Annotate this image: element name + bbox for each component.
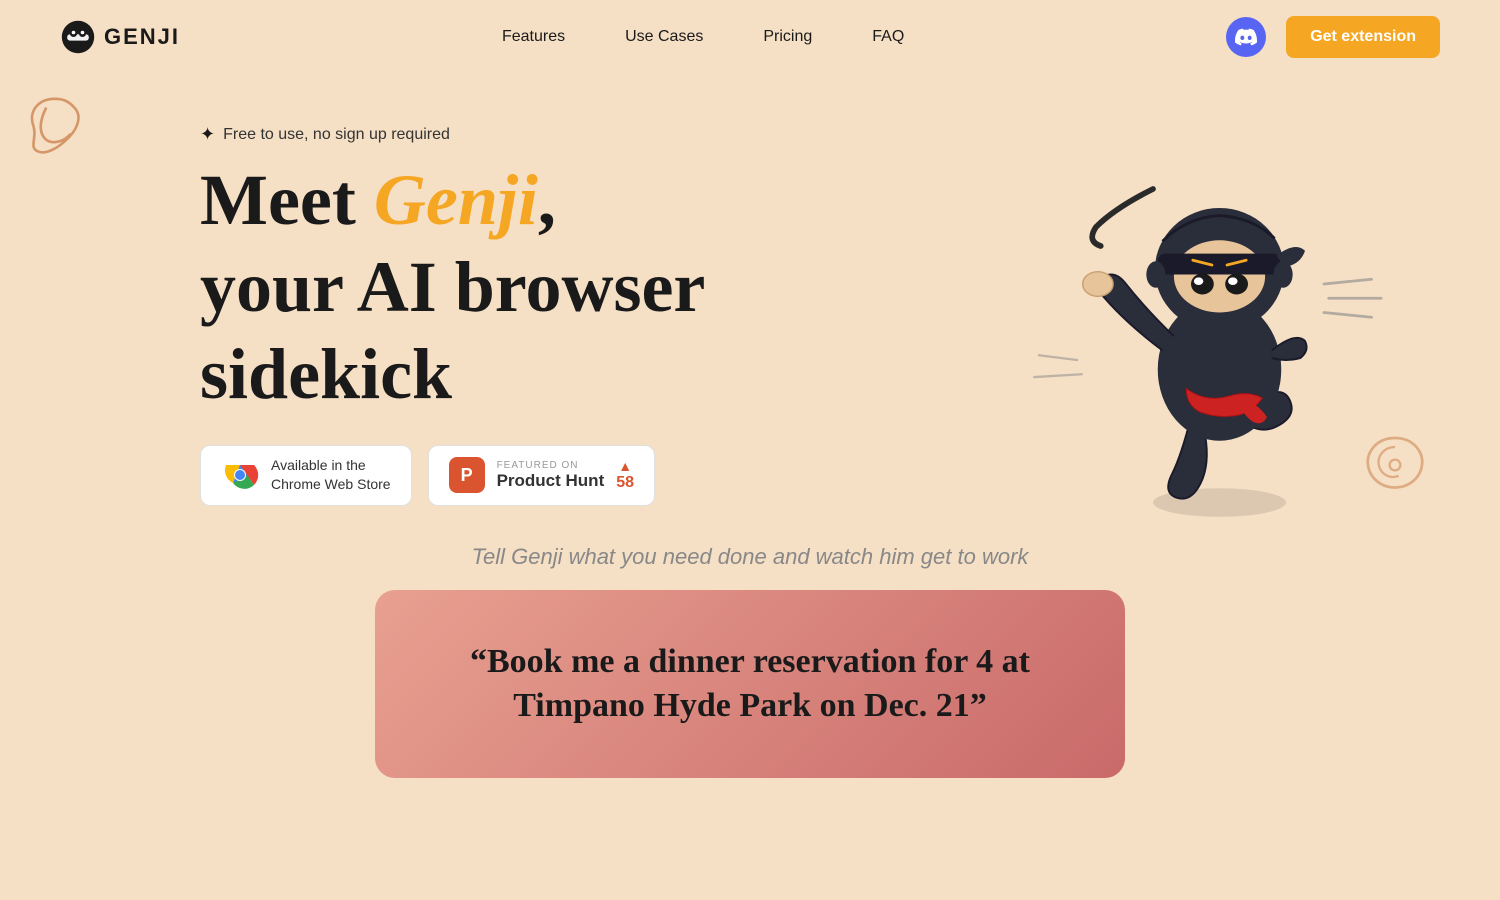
hero-content: ✦ Free to use, no sign up required Meet … [200, 114, 1020, 506]
demo-card-text: “Book me a dinner reservation for 4 at T… [435, 640, 1065, 728]
nav-links: Features Use Cases Pricing FAQ [502, 28, 904, 46]
ph-name: Product Hunt [497, 471, 605, 491]
nav-features[interactable]: Features [502, 28, 565, 46]
meet-text: Meet [200, 160, 374, 240]
ph-votes-count: 58 [616, 474, 634, 492]
chrome-line2: Chrome Web Store [271, 476, 391, 492]
logo-icon [60, 19, 96, 55]
ninja-svg [1020, 94, 1400, 522]
chrome-icon [221, 456, 259, 494]
hero-title-line3: sidekick [200, 335, 1020, 414]
ph-upvote-arrow: ▲ [618, 458, 632, 474]
logo-text: GENJI [104, 24, 180, 50]
hero-title-line2: your AI browser [200, 248, 1020, 327]
hero-section: ✦ Free to use, no sign up required Meet … [0, 74, 1500, 514]
chrome-badge-text: Available in the Chrome Web Store [271, 456, 391, 495]
badge-row: Available in the Chrome Web Store P FEAT… [200, 445, 1020, 506]
chrome-line1: Available in the [271, 457, 366, 473]
ph-featured-label: FEATURED ON [497, 460, 605, 471]
product-hunt-icon: P [449, 457, 485, 493]
product-hunt-text: FEATURED ON Product Hunt [497, 460, 605, 491]
comma-text: , [538, 160, 556, 240]
tagline: Tell Genji what you need done and watch … [0, 544, 1500, 570]
logo[interactable]: GENJI [60, 19, 180, 55]
get-extension-button[interactable]: Get extension [1286, 16, 1440, 58]
demo-card: “Book me a dinner reservation for 4 at T… [375, 590, 1125, 778]
ph-votes: ▲ 58 [616, 458, 634, 492]
badge-text: Free to use, no sign up required [223, 126, 450, 144]
nav-use-cases[interactable]: Use Cases [625, 28, 703, 46]
genji-text: Genji [374, 160, 538, 240]
chrome-web-store-badge[interactable]: Available in the Chrome Web Store [200, 445, 412, 506]
discord-button[interactable] [1226, 17, 1266, 57]
product-hunt-badge[interactable]: P FEATURED ON Product Hunt ▲ 58 [428, 445, 655, 506]
navbar: GENJI Features Use Cases Pricing FAQ Get… [0, 0, 1500, 74]
nav-right: Get extension [1226, 16, 1440, 58]
hero-title-line1: Meet Genji, [200, 161, 1020, 240]
nav-pricing[interactable]: Pricing [763, 28, 812, 46]
free-badge: ✦ Free to use, no sign up required [200, 124, 1020, 145]
badge-star-icon: ✦ [200, 124, 215, 145]
ninja-character [1020, 94, 1400, 514]
nav-faq[interactable]: FAQ [872, 28, 904, 46]
discord-icon [1235, 26, 1257, 48]
